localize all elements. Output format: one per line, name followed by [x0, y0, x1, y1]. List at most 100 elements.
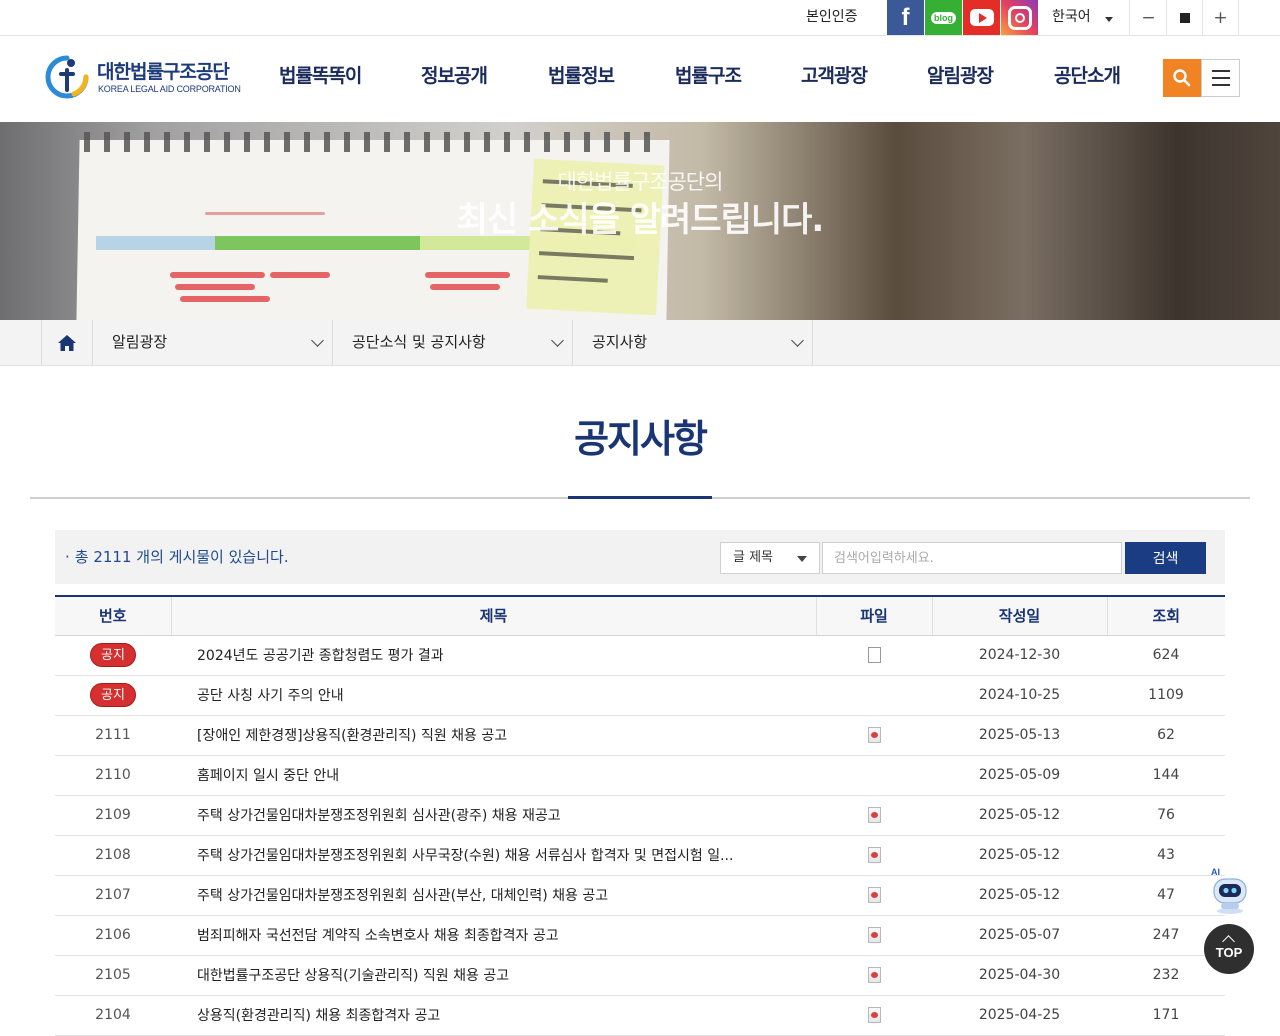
- row-file[interactable]: [816, 875, 932, 916]
- row-title-link[interactable]: 상용직(환경관리직) 채용 최종합격자 공고: [171, 995, 816, 1036]
- hwp-file-icon[interactable]: [867, 727, 881, 743]
- row-title-link[interactable]: 주택 상가건물임대차분쟁조정위원회 심사관(부산, 대체인력) 채용 공고: [171, 875, 816, 916]
- hwp-file-icon[interactable]: [867, 847, 881, 863]
- square-icon: [1179, 13, 1190, 23]
- breadcrumb-depth3[interactable]: 공지사항: [573, 320, 813, 366]
- row-title-link[interactable]: 범죄피해자 국선전담 계약직 소속변호사 채용 최종합격자 공고: [171, 915, 816, 956]
- hwp-file-icon[interactable]: [867, 967, 881, 983]
- row-title-link[interactable]: 대한법률구조공단 상용직(기술관리직) 직원 채용 공고: [171, 955, 816, 996]
- search-icon: [1173, 69, 1191, 87]
- robot-icon: AI: [1211, 867, 1247, 914]
- row-file[interactable]: [816, 995, 932, 1036]
- search-button[interactable]: 검색: [1125, 542, 1206, 574]
- row-date: 2025-05-13: [932, 715, 1107, 756]
- row-views: 1109: [1107, 675, 1225, 716]
- table-row[interactable]: 2108 주택 상가건물임대차분쟁조정위원회 사무국장(수원) 채용 서류심사 합…: [55, 835, 1225, 876]
- notice-badge: 공지: [90, 643, 136, 667]
- column-header-date: 작성일: [931, 595, 1107, 636]
- hwp-file-icon[interactable]: [867, 927, 881, 943]
- table-row[interactable]: 2107 주택 상가건물임대차분쟁조정위원회 심사관(부산, 대체인력) 채용 공…: [55, 875, 1225, 916]
- table-row[interactable]: 2104 상용직(환경관리직) 채용 최종합격자 공고 2025-04-25 171: [55, 995, 1225, 1036]
- row-title-link[interactable]: [장애인 제한경쟁]상용직(환경관리직) 직원 채용 공고: [171, 715, 816, 756]
- row-title-link[interactable]: 공단 사칭 사기 주의 안내: [171, 675, 816, 716]
- row-number: 공지: [55, 675, 171, 716]
- search-field-value: 글 제목: [733, 550, 774, 565]
- row-number: 2104: [55, 995, 171, 1036]
- facebook-icon[interactable]: f: [887, 0, 924, 35]
- row-file[interactable]: [816, 635, 932, 676]
- search-input[interactable]: [822, 542, 1122, 574]
- nav-about[interactable]: 공단소개: [1054, 37, 1121, 122]
- row-file[interactable]: [816, 835, 932, 876]
- row-number: 공지: [55, 635, 171, 676]
- row-title-link[interactable]: 주택 상가건물임대차분쟁조정위원회 사무국장(수원) 채용 서류심사 합격자 및…: [171, 835, 816, 876]
- caret-down-icon: [797, 556, 807, 562]
- blog-icon[interactable]: blog: [925, 0, 962, 35]
- row-number: 2107: [55, 875, 171, 916]
- notice-row[interactable]: 공지 2024년도 공공기관 종합청렴도 평가 결과 2024-12-30 624: [55, 635, 1225, 676]
- column-header-file: 파일: [815, 595, 932, 636]
- row-date: 2024-12-30: [932, 635, 1107, 676]
- search-field-select[interactable]: 글 제목: [720, 542, 820, 574]
- table-row[interactable]: 2109 주택 상가건물임대차분쟁조정위원회 심사관(광주) 채용 재공고 2025…: [55, 795, 1225, 836]
- nav-info-disclosure[interactable]: 정보공개: [421, 37, 488, 122]
- breadcrumb-depth2-label: 공단소식 및 공지사항: [352, 333, 486, 351]
- hwp-file-icon[interactable]: [867, 1007, 881, 1023]
- row-file[interactable]: [816, 795, 932, 836]
- row-date: 2025-04-25: [932, 995, 1107, 1036]
- home-button[interactable]: [41, 320, 93, 366]
- row-date: 2025-05-07: [932, 915, 1107, 956]
- chevron-down-icon: [551, 334, 564, 347]
- document-icon[interactable]: [867, 647, 881, 663]
- row-title-link[interactable]: 홈페이지 일시 중단 안내: [171, 755, 816, 796]
- notice-table: 번호 제목 파일 작성일 조회 공지 2024년도 공공기관 종합청렴도 평가 결…: [55, 595, 1225, 1036]
- hwp-file-icon[interactable]: [867, 807, 881, 823]
- table-row[interactable]: 2106 범죄피해자 국선전담 계약직 소속변호사 채용 최종합격자 공고 2025…: [55, 915, 1225, 956]
- row-views: 171: [1107, 995, 1225, 1036]
- logo-english-text: KOREA LEGAL AID CORPORATION: [98, 84, 241, 94]
- ai-chatbot-button[interactable]: AI: [1207, 866, 1253, 916]
- breadcrumb-depth2[interactable]: 공단소식 및 공지사항: [333, 320, 573, 366]
- row-date: 2024-10-25: [932, 675, 1107, 716]
- instagram-icon[interactable]: [1001, 0, 1038, 35]
- all-menu-button[interactable]: [1201, 59, 1240, 97]
- breadcrumb-depth1[interactable]: 알림광장: [93, 320, 333, 366]
- identity-verification-link[interactable]: 본인인증: [806, 0, 858, 36]
- utility-bar: 본인인증 f blog 한국어 − +: [0, 0, 1280, 36]
- scroll-top-button[interactable]: TOP: [1204, 924, 1254, 974]
- row-views: 624: [1107, 635, 1225, 676]
- row-title-link[interactable]: 주택 상가건물임대차분쟁조정위원회 심사관(광주) 채용 재공고: [171, 795, 816, 836]
- table-row[interactable]: 2110 홈페이지 일시 중단 안내 2025-05-09 144: [55, 755, 1225, 796]
- board-search-bar: 총 2111 개의 게시물이 있습니다. 글 제목 검색: [55, 530, 1225, 584]
- breadcrumb-depth3-label: 공지사항: [592, 333, 648, 351]
- row-number: 2105: [55, 955, 171, 996]
- table-header-row: 번호 제목 파일 작성일 조회: [55, 595, 1225, 636]
- row-views: 62: [1107, 715, 1225, 756]
- page-title: 공지사항: [574, 417, 708, 461]
- nav-customer-plaza[interactable]: 고객광장: [801, 37, 868, 122]
- language-select[interactable]: 한국어: [1040, 0, 1130, 36]
- table-row[interactable]: 2111 [장애인 제한경쟁]상용직(환경관리직) 직원 채용 공고 2025-05…: [55, 715, 1225, 756]
- nav-notice-plaza[interactable]: 알림광장: [927, 37, 994, 122]
- row-title-link[interactable]: 2024년도 공공기관 종합청렴도 평가 결과: [171, 635, 816, 676]
- row-file[interactable]: [816, 955, 932, 996]
- font-reset-button[interactable]: [1167, 0, 1203, 36]
- ai-label: AI: [1211, 867, 1220, 877]
- site-logo[interactable]: 대한법률구조공단 KOREA LEGAL AID CORPORATION: [44, 54, 244, 102]
- nav-legal-info[interactable]: 법률정보: [548, 37, 615, 122]
- font-decrease-button[interactable]: −: [1131, 0, 1167, 36]
- font-increase-button[interactable]: +: [1203, 0, 1239, 36]
- header-search-button[interactable]: [1163, 59, 1201, 97]
- hamburger-icon: [1211, 70, 1230, 72]
- chevron-down-icon: [791, 334, 804, 347]
- table-row[interactable]: 2105 대한법률구조공단 상용직(기술관리직) 직원 채용 공고 2025-04-…: [55, 955, 1225, 996]
- youtube-icon[interactable]: [963, 0, 1000, 35]
- nav-legal-smart[interactable]: 법률똑똑이: [279, 37, 362, 122]
- top-label: TOP: [1215, 945, 1243, 960]
- row-file[interactable]: [816, 915, 932, 956]
- notice-row[interactable]: 공지 공단 사칭 사기 주의 안내 2024-10-25 1109: [55, 675, 1225, 716]
- hwp-file-icon[interactable]: [867, 887, 881, 903]
- column-header-title: 제목: [170, 595, 816, 636]
- nav-legal-aid[interactable]: 법률구조: [675, 37, 742, 122]
- row-file[interactable]: [816, 715, 932, 756]
